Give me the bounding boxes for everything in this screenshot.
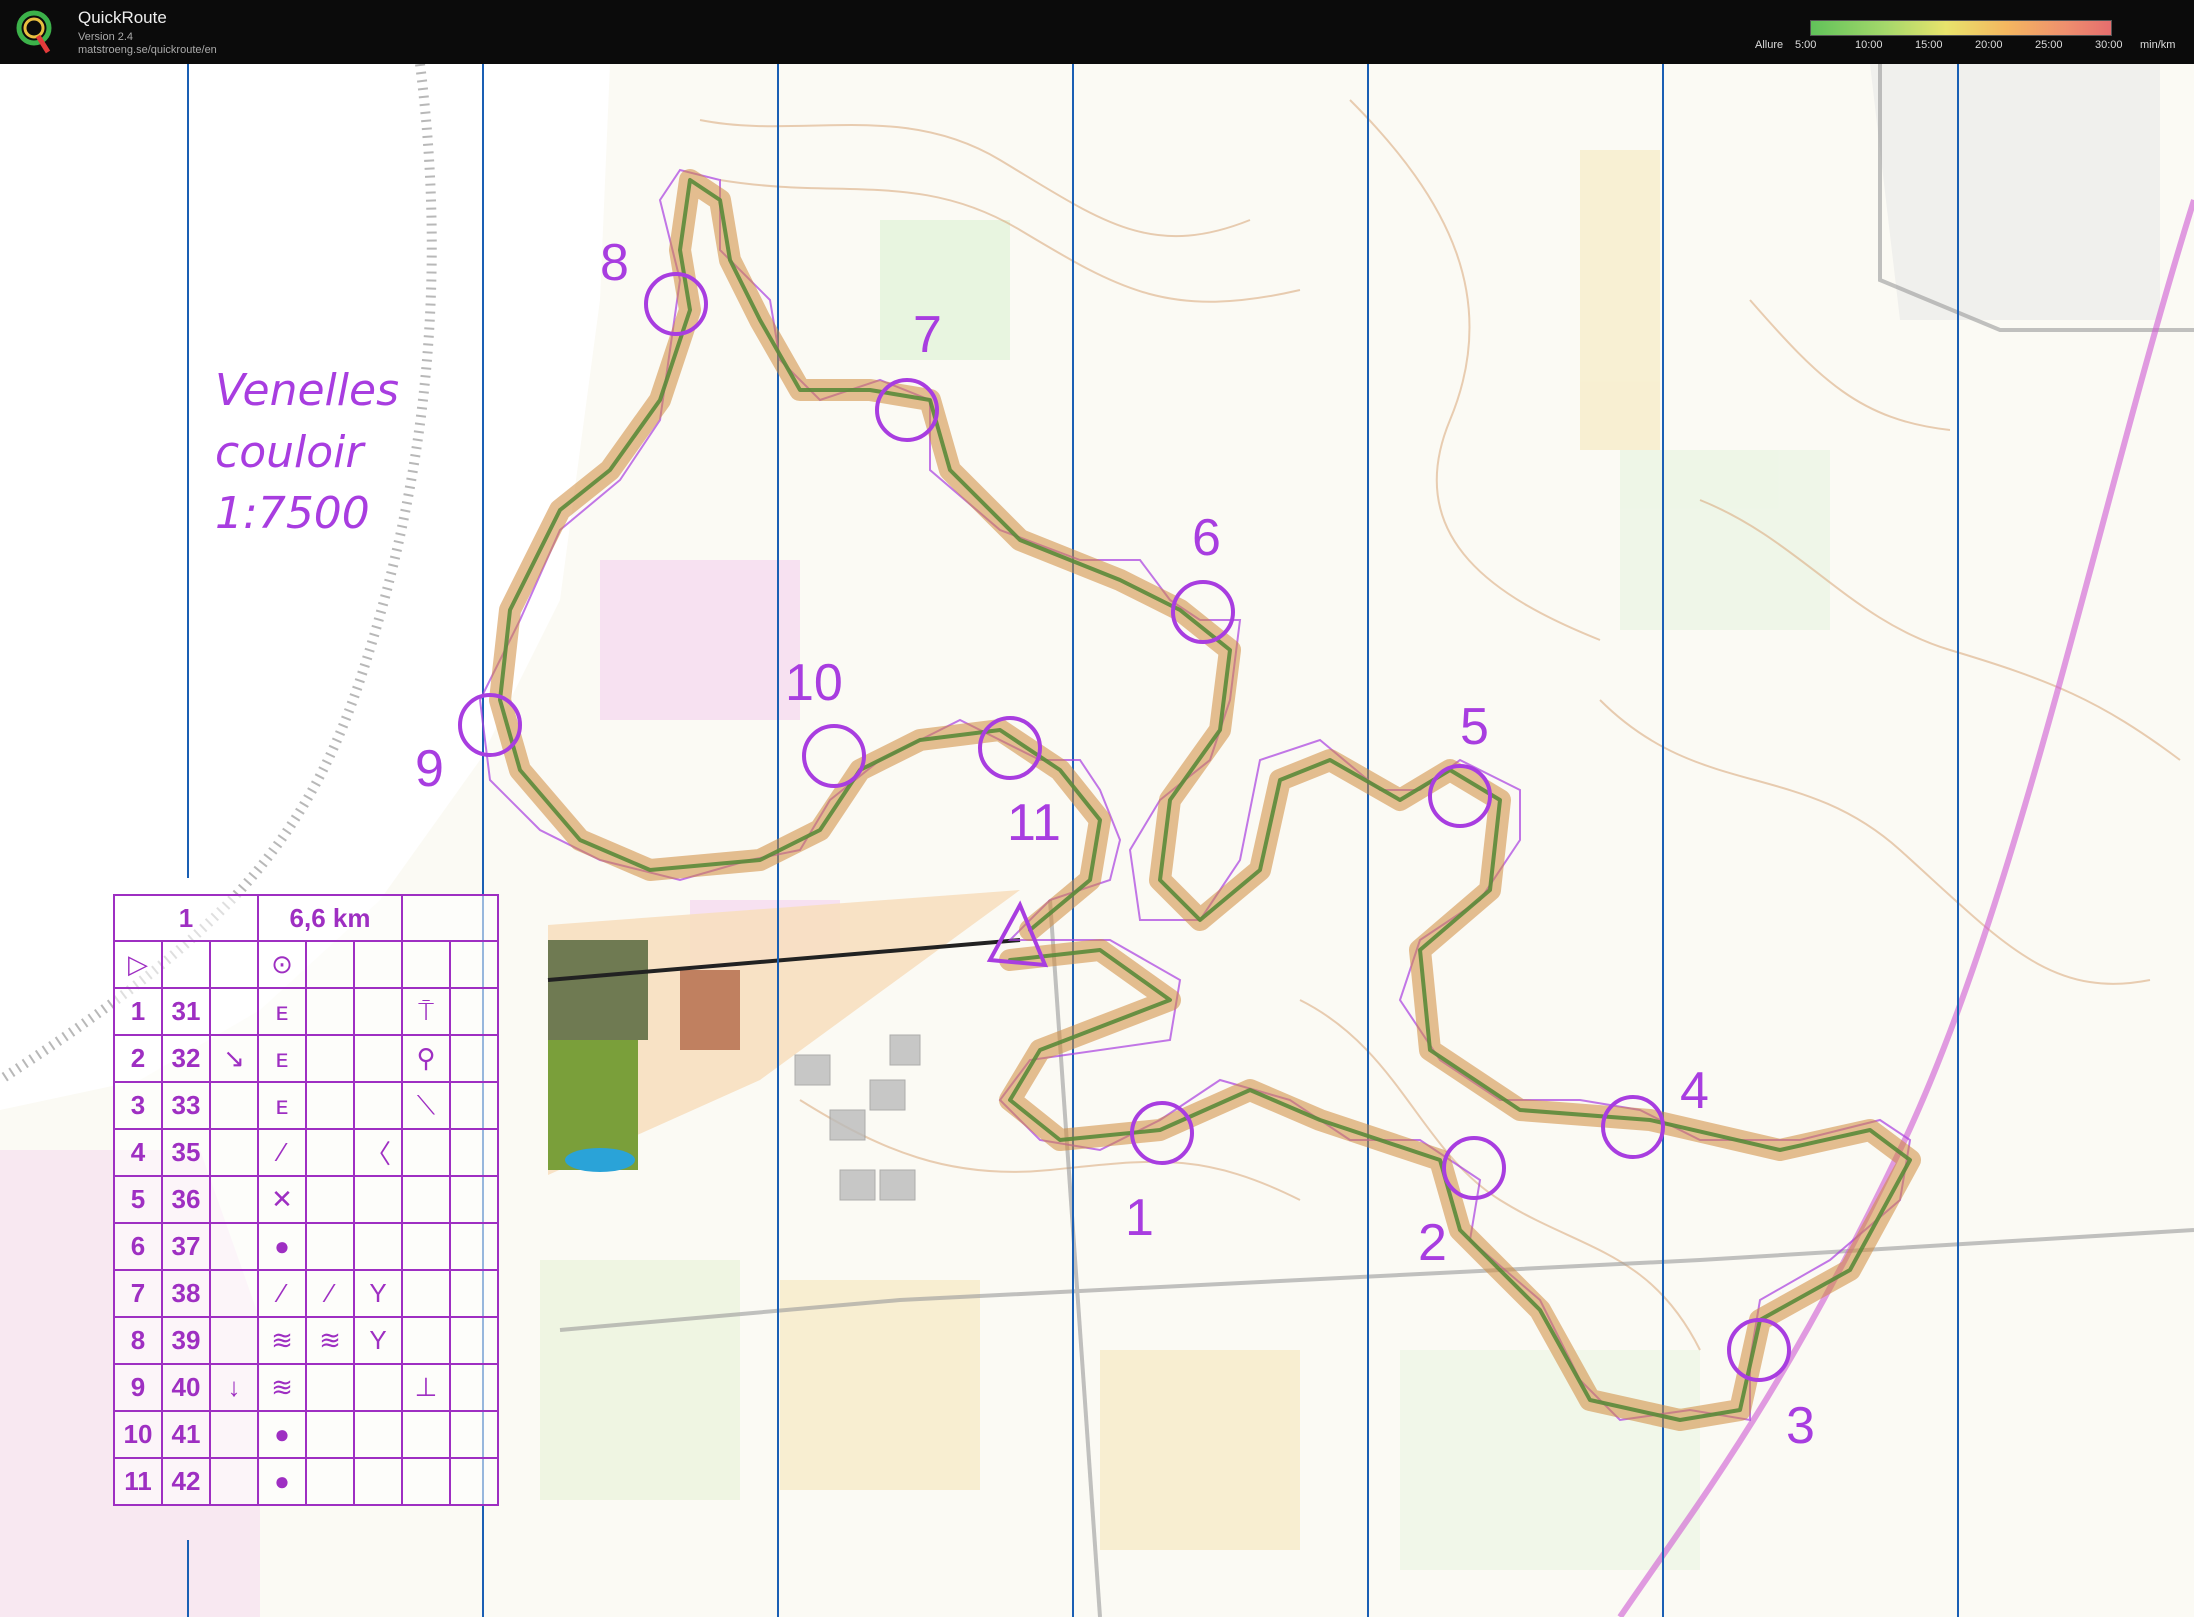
dot-icon: ●: [257, 1457, 307, 1506]
course-length: 6,6 km: [257, 894, 403, 942]
pace-color-scale: [1810, 20, 2112, 36]
control-code: 31: [161, 987, 211, 1036]
bend-icon: 〈: [353, 1128, 403, 1177]
path-icon: ⁄: [257, 1269, 307, 1318]
start-triangle-icon: ▷: [113, 940, 163, 989]
control-label-6: 6: [1192, 509, 1221, 567]
control-label-11: 11: [1007, 794, 1061, 852]
control-number: 4: [113, 1128, 163, 1177]
top-end-icon: ⍑: [401, 987, 451, 1036]
dot-icon: ●: [257, 1410, 307, 1459]
control-label-1: 1: [1125, 1189, 1154, 1247]
control-code: 32: [161, 1034, 211, 1083]
control-code: 41: [161, 1410, 211, 1459]
control-number: 8: [113, 1316, 163, 1365]
map-title-line1: Venelles: [215, 365, 399, 416]
control-code: 39: [161, 1316, 211, 1365]
direction-arrow-icon: ↘: [209, 1034, 259, 1083]
wall-icon: ≋: [257, 1363, 307, 1412]
control-label-10: 10: [785, 654, 843, 712]
control-label-4: 4: [1680, 1062, 1709, 1120]
start-feature-icon: ⊙: [257, 940, 307, 989]
control-code: 33: [161, 1081, 211, 1130]
app-url: matstroeng.se/quickroute/en: [78, 44, 217, 56]
pace-tick: 15:00: [1915, 39, 1943, 51]
course-name: 1: [113, 894, 259, 942]
pace-tick: 10:00: [1855, 39, 1883, 51]
pace-tick: 30:00: [2095, 39, 2123, 51]
stairway-icon: ᴇ: [257, 1081, 307, 1130]
control-number: 3: [113, 1081, 163, 1130]
app-title: QuickRoute: [78, 8, 167, 27]
control-code: 40: [161, 1363, 211, 1412]
control-number: 11: [113, 1457, 163, 1506]
control-code: 37: [161, 1222, 211, 1271]
control-number: 6: [113, 1222, 163, 1271]
dot-icon: ●: [257, 1222, 307, 1271]
pace-tick: 25:00: [2035, 39, 2063, 51]
control-label-2: 2: [1418, 1214, 1447, 1272]
control-description-sheet: 1 6,6 km ▷ ⊙ 1 31 ᴇ ⍑ 2 32 ↘ ᴇ ⚲ 3 33 ᴇ …: [113, 894, 499, 1506]
pace-tick: 5:00: [1795, 39, 1817, 51]
pace-legend-label: Allure: [1755, 39, 1784, 51]
control-number: 2: [113, 1034, 163, 1083]
control-label-7: 7: [913, 306, 942, 364]
path-icon: ⁄: [305, 1269, 355, 1318]
control-number: 1: [113, 987, 163, 1036]
control-label-9: 9: [415, 740, 444, 798]
foot-icon: ⚲: [401, 1034, 451, 1083]
pace-legend: Allure 5:00 10:00 15:00 20:00 25:00 30:0…: [1750, 14, 2190, 58]
control-code: 36: [161, 1175, 211, 1224]
crossing-icon: ✕: [257, 1175, 307, 1224]
map-title-line2: couloir: [215, 427, 364, 478]
control-label-8: 8: [600, 234, 629, 292]
control-number: 10: [113, 1410, 163, 1459]
app-version: Version 2.4: [78, 31, 134, 43]
wall-icon: ≋: [305, 1316, 355, 1365]
pace-unit: min/km: [2140, 39, 2176, 51]
control-number: 7: [113, 1269, 163, 1318]
corner-icon: ⟍: [401, 1081, 451, 1130]
foot-end-icon: ⊥: [401, 1363, 451, 1412]
stairway-icon: ᴇ: [257, 1034, 307, 1083]
wall-icon: ≋: [257, 1316, 307, 1365]
control-number: 9: [113, 1363, 163, 1412]
control-label-3: 3: [1786, 1397, 1815, 1455]
path-icon: ⁄: [257, 1128, 307, 1177]
control-code: 42: [161, 1457, 211, 1506]
control-code: 35: [161, 1128, 211, 1177]
junction-icon: Y: [353, 1316, 403, 1365]
control-code: 38: [161, 1269, 211, 1318]
pace-tick: 20:00: [1975, 39, 2003, 51]
app-header: QuickRoute Version 2.4 matstroeng.se/qui…: [0, 0, 2194, 64]
stairway-icon: ᴇ: [257, 987, 307, 1036]
control-number: 5: [113, 1175, 163, 1224]
quickroute-logo-icon: [16, 10, 52, 54]
control-label-5: 5: [1460, 698, 1489, 756]
map-scale: 1:7500: [215, 488, 370, 539]
down-arrow-icon: ↓: [209, 1363, 259, 1412]
junction-icon: Y: [353, 1269, 403, 1318]
